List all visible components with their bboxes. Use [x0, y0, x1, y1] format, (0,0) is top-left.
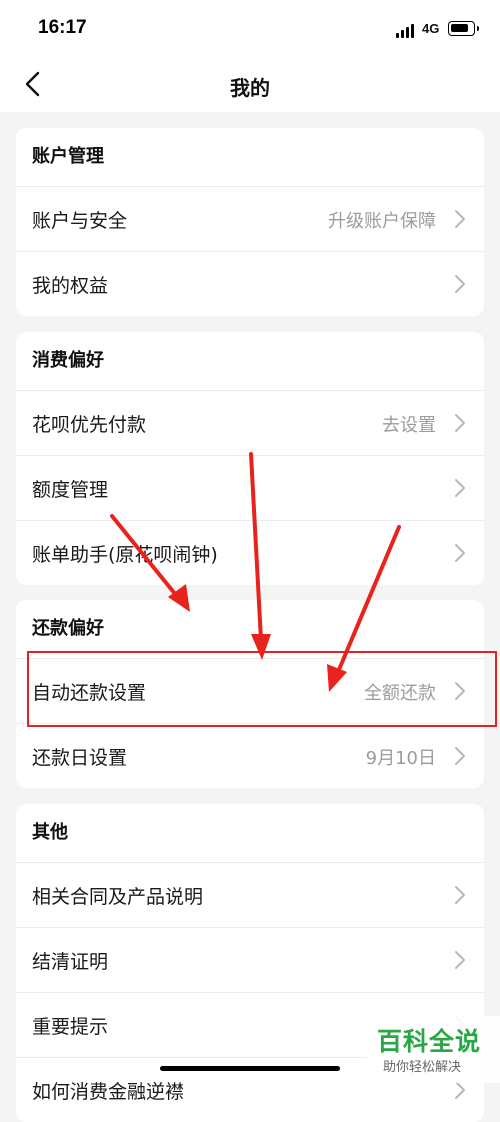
chevron-right-icon [455, 747, 465, 765]
chevron-right-icon [455, 1081, 465, 1099]
row-label: 账单助手(原花呗闹钟) [32, 544, 218, 566]
row-label: 我的权益 [32, 275, 109, 297]
status-time: 16:17 [38, 17, 87, 38]
watermark-subtitle: 助你轻松解决 [383, 1060, 462, 1075]
row-contracts[interactable]: 相关合同及产品说明 [16, 862, 484, 927]
row-label: 如何消费金融逆襟 [32, 1081, 185, 1103]
row-label: 账户与安全 [32, 210, 128, 232]
section-title: 还款偏好 [32, 618, 104, 639]
page-title: 我的 [230, 76, 270, 100]
row-credit-limit[interactable]: 额度管理 [16, 455, 484, 520]
watermark: 百科全说 助你轻松解决 [367, 1016, 500, 1083]
row-value: 升级账户保障 [328, 211, 436, 232]
row-label: 相关合同及产品说明 [32, 886, 204, 908]
nav-bar: 我的 [0, 58, 500, 112]
row-value: 全额还款 [364, 683, 436, 704]
row-account-security[interactable]: 账户与安全 升级账户保障 [16, 186, 484, 251]
row-value: 9月10日 [365, 748, 436, 769]
chevron-right-icon [455, 414, 465, 432]
section-title: 账户管理 [32, 146, 104, 167]
row-label: 花呗优先付款 [32, 414, 147, 436]
chevron-right-icon [455, 544, 465, 562]
row-label: 还款日设置 [32, 747, 128, 769]
row-bill-assistant[interactable]: 账单助手(原花呗闹钟) [16, 520, 484, 585]
row-label: 额度管理 [32, 479, 109, 501]
network-label: 4G [422, 21, 440, 36]
home-indicator [160, 1066, 340, 1071]
row-auto-repayment[interactable]: 自动还款设置 全额还款 [16, 658, 484, 723]
chevron-right-icon [455, 479, 465, 497]
row-repayment-date[interactable]: 还款日设置 9月10日 [16, 723, 484, 788]
battery-icon [448, 21, 479, 36]
chevron-right-icon [455, 682, 465, 700]
row-label: 结清证明 [32, 951, 109, 973]
row-my-benefits[interactable]: 我的权益 [16, 251, 484, 316]
signal-icon [396, 22, 418, 38]
section-title: 消费偏好 [32, 350, 104, 371]
chevron-right-icon [455, 886, 465, 904]
row-huabei-priority[interactable]: 花呗优先付款 去设置 [16, 390, 484, 455]
section-repayment: 还款偏好 自动还款设置 全额还款 还款日设置 9月10日 [16, 600, 484, 788]
chevron-right-icon [455, 951, 465, 969]
row-value: 去设置 [382, 415, 436, 436]
row-label: 重要提示 [32, 1016, 109, 1038]
chevron-right-icon [455, 210, 465, 228]
watermark-title: 百科全说 [377, 1027, 482, 1056]
section-account: 账户管理 账户与安全 升级账户保障 我的权益 [16, 128, 484, 316]
row-settlement-proof[interactable]: 结清证明 [16, 927, 484, 992]
chevron-right-icon [455, 275, 465, 293]
status-bar: 16:17 4G [0, 0, 500, 58]
row-label: 自动还款设置 [32, 682, 147, 704]
section-title: 其他 [32, 822, 68, 843]
section-consumption: 消费偏好 花呗优先付款 去设置 额度管理 账单助手(原花呗闹钟) [16, 332, 484, 585]
